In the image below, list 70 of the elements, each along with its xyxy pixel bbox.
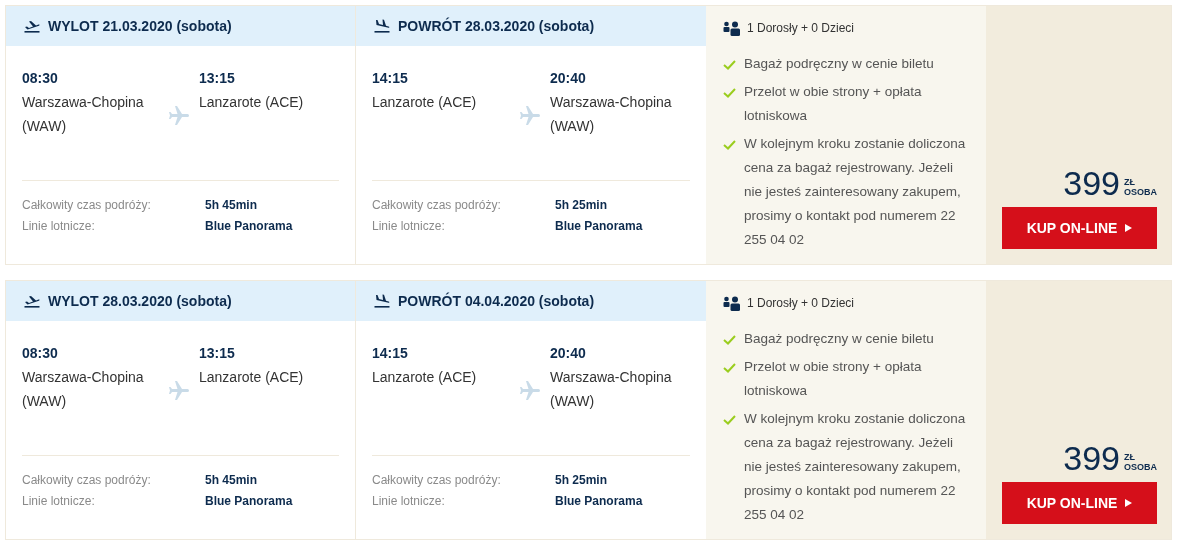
- airplane-icon: [517, 104, 542, 128]
- price-amount: 399: [1063, 165, 1120, 201]
- detail-label: Linie lotnicze:: [372, 493, 446, 510]
- takeoff-icon: [24, 294, 40, 308]
- arrival-time: 20:40: [550, 69, 587, 88]
- currency-label: ZŁ: [1124, 452, 1136, 462]
- detail-label: Całkowity czas podróży:: [22, 197, 152, 214]
- leg-title: POWRÓT 04.04.2020 (sobota): [398, 291, 595, 311]
- play-icon: [1125, 499, 1133, 507]
- check-icon: [723, 415, 736, 425]
- takeoff-icon: [24, 19, 40, 33]
- departure-airport: Lanzarote (ACE): [372, 93, 478, 112]
- arrival-time: 13:15: [199, 69, 236, 88]
- currency-label: ZŁ: [1124, 177, 1136, 187]
- departure-time: 08:30: [22, 69, 59, 88]
- people-icon: [723, 20, 741, 36]
- airplane-icon: [167, 104, 192, 128]
- detail-value: Blue Panorama: [555, 218, 643, 235]
- detail-value: Blue Panorama: [205, 218, 293, 235]
- per-person-label: OSOBA: [1124, 187, 1157, 197]
- landing-icon: [374, 294, 390, 308]
- detail-label: Całkowity czas podróży:: [372, 472, 502, 489]
- check-icon: [723, 60, 736, 70]
- detail-label: Linie lotnicze:: [22, 493, 96, 510]
- feature-text: W kolejnym kroku zostanie doliczona cena za bagaż rejestrowany. Jeżeli nie jesteś zainteresowany zakupem, prosimy o kontakt pod numerem 22 255 04 02: [744, 135, 967, 249]
- play-icon: [1125, 224, 1133, 232]
- passenger-count: 1 Dorosły + 0 Dzieci: [747, 20, 855, 37]
- detail-value: 5h 25min: [555, 197, 608, 214]
- feature-text: Bagaż podręczny w cenie biletu: [744, 330, 935, 348]
- arrival-airport: Lanzarote (ACE): [199, 93, 305, 112]
- detail-value: 5h 45min: [205, 472, 258, 489]
- leg-title: WYLOT 21.03.2020 (sobota): [48, 16, 232, 36]
- arrival-airport: Warszawa-Chopina (WAW): [550, 93, 673, 136]
- check-icon: [723, 363, 736, 373]
- passenger-count: 1 Dorosły + 0 Dzieci: [747, 295, 855, 312]
- arrival-airport: Lanzarote (ACE): [199, 368, 305, 387]
- feature-text: W kolejnym kroku zostanie doliczona cena za bagaż rejestrowany. Jeżeli nie jesteś zainteresowany zakupem, prosimy o kontakt pod numerem 22 255 04 02: [744, 410, 967, 524]
- check-icon: [723, 88, 736, 98]
- departure-time: 14:15: [372, 344, 409, 363]
- detail-value: 5h 25min: [555, 472, 608, 489]
- arrival-time: 20:40: [550, 344, 587, 363]
- detail-label: Całkowity czas podróży:: [372, 197, 502, 214]
- airplane-icon: [167, 379, 192, 403]
- arrival-airport: Warszawa-Chopina (WAW): [550, 368, 673, 411]
- departure-airport: Warszawa-Chopina (WAW): [22, 368, 145, 411]
- departure-time: 08:30: [22, 344, 59, 363]
- people-icon: [723, 295, 741, 311]
- detail-label: Całkowity czas podróży:: [22, 472, 152, 489]
- check-icon: [723, 335, 736, 345]
- detail-label: Linie lotnicze:: [372, 218, 446, 235]
- price-amount: 399: [1063, 440, 1120, 476]
- detail-value: Blue Panorama: [555, 493, 643, 510]
- check-icon: [723, 140, 736, 150]
- per-person-label: OSOBA: [1124, 462, 1157, 472]
- feature-text: Bagaż podręczny w cenie biletu: [744, 55, 935, 73]
- departure-airport: Warszawa-Chopina (WAW): [22, 93, 145, 136]
- feature-text: Przelot w obie strony + opłata lotniskowa: [744, 358, 923, 400]
- buy-online-button[interactable]: KUP ON-LINE: [1002, 207, 1157, 249]
- departure-airport: Lanzarote (ACE): [372, 368, 478, 387]
- detail-value: 5h 45min: [205, 197, 258, 214]
- arrival-time: 13:15: [199, 344, 236, 363]
- buy-online-button[interactable]: KUP ON-LINE: [1002, 482, 1157, 524]
- detail-value: Blue Panorama: [205, 493, 293, 510]
- leg-title: POWRÓT 28.03.2020 (sobota): [398, 16, 595, 36]
- leg-title: WYLOT 28.03.2020 (sobota): [48, 291, 232, 311]
- departure-time: 14:15: [372, 69, 409, 88]
- detail-label: Linie lotnicze:: [22, 218, 96, 235]
- landing-icon: [374, 19, 390, 33]
- airplane-icon: [517, 379, 542, 403]
- feature-text: Przelot w obie strony + opłata lotniskowa: [744, 83, 923, 125]
